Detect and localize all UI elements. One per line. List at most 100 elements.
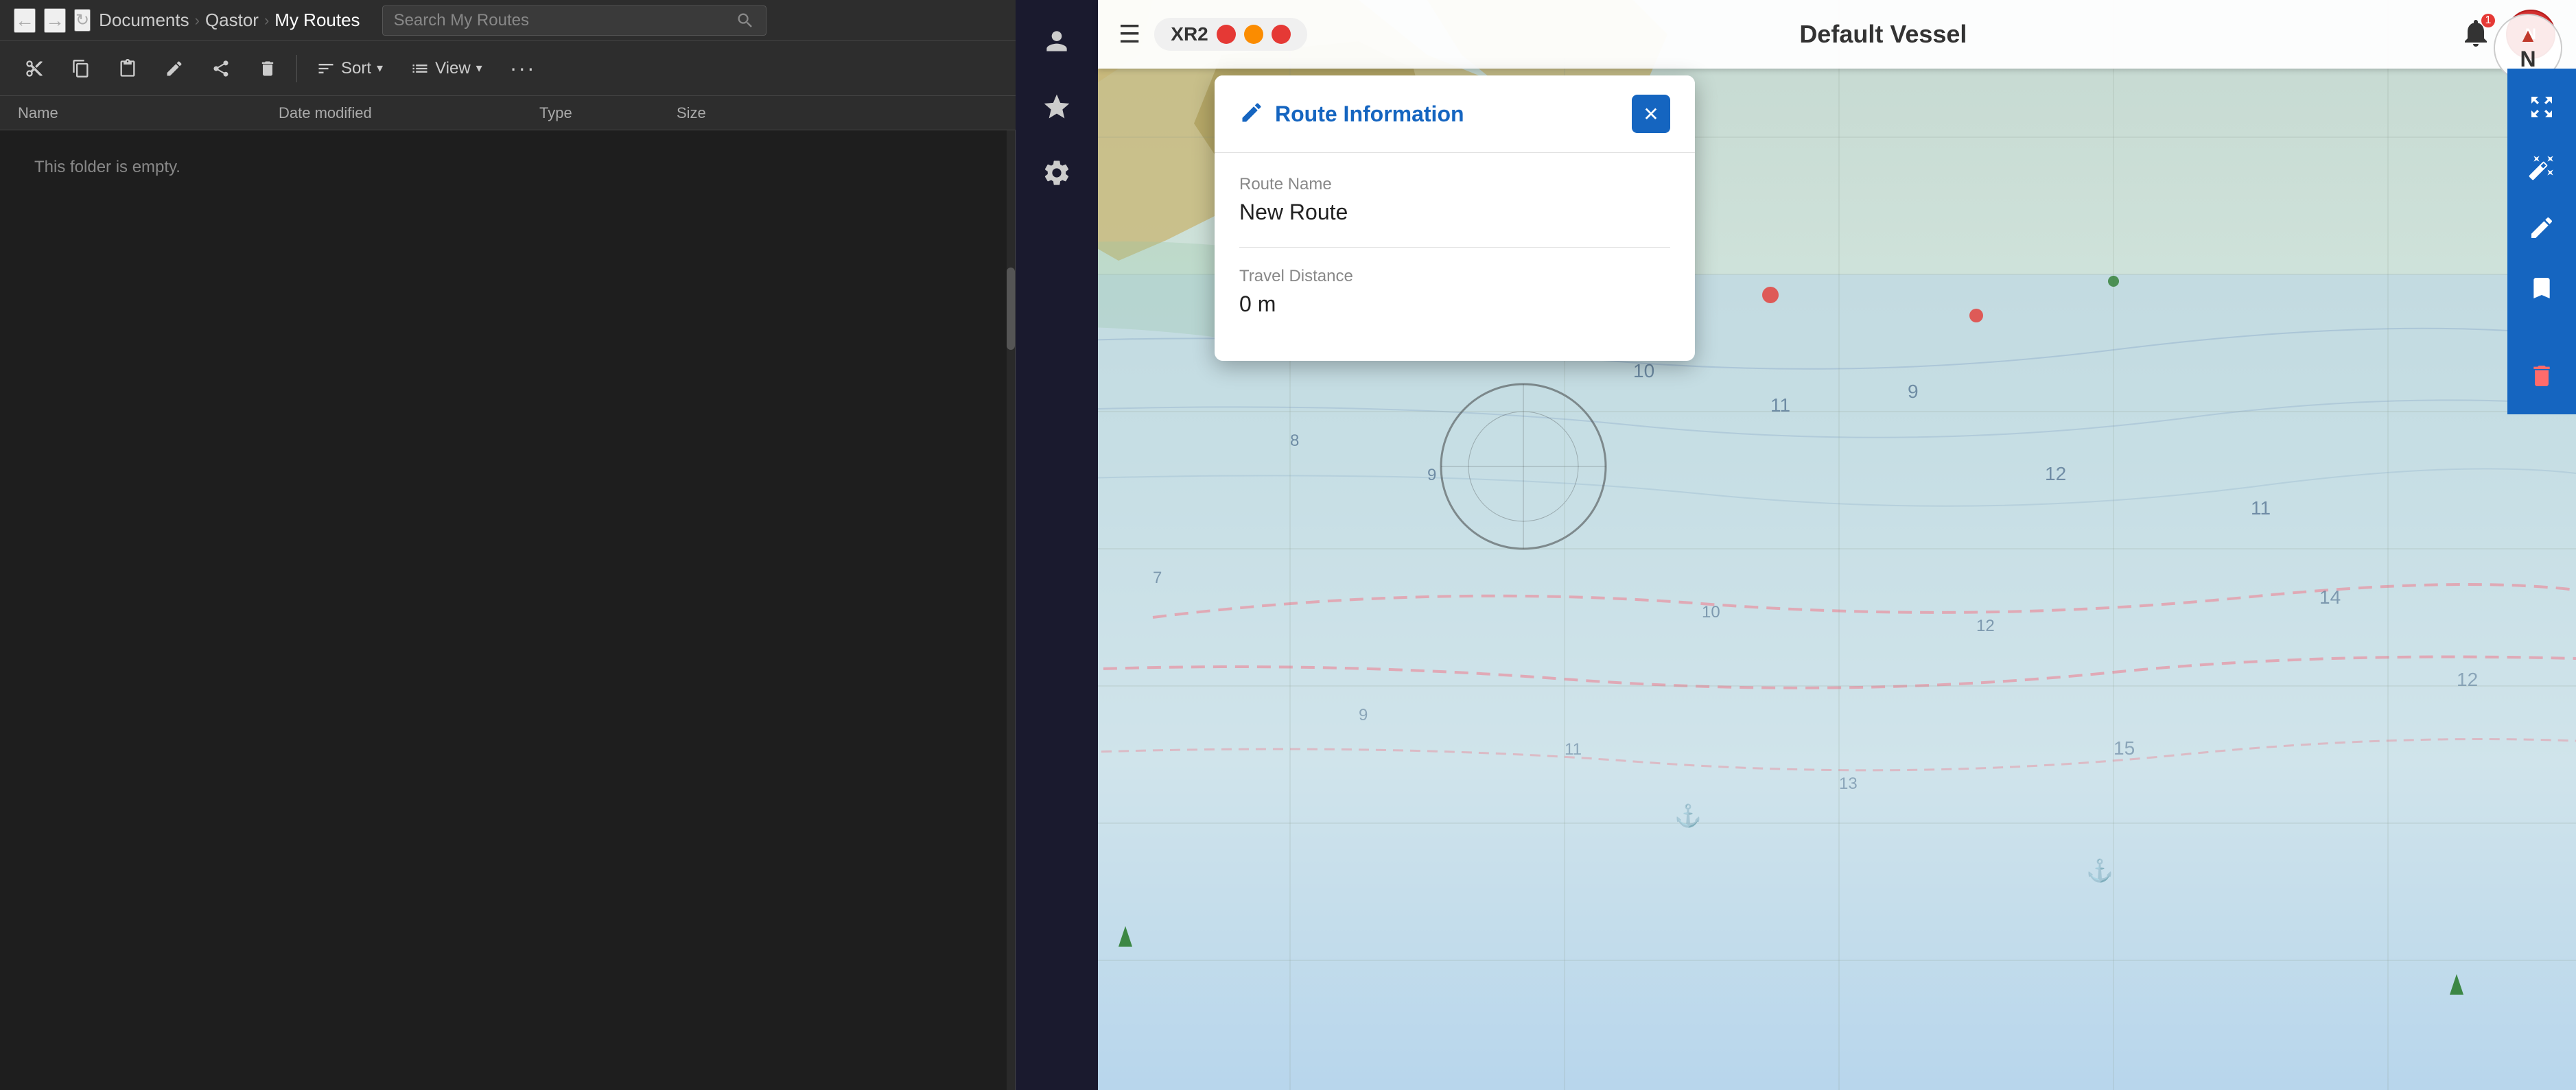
cut-button[interactable] [14,54,55,84]
file-empty-area: This folder is empty. [0,130,1015,1090]
north-label: N [2518,47,2538,72]
route-info-header: Route Information ✕ [1215,75,1695,153]
divider [1239,247,1670,248]
svg-text:⚓: ⚓ [1674,803,1702,828]
star-tool-button[interactable] [1029,80,1084,134]
edit-icon [2528,214,2555,241]
svg-text:12: 12 [2045,463,2066,484]
breadcrumb: Documents › Qastor › My Routes [99,10,360,31]
svg-text:14: 14 [2319,587,2341,608]
svg-text:13: 13 [1839,774,1858,793]
svg-text:8: 8 [1290,431,1299,450]
vessel-badge: XR2 [1154,18,1307,51]
map-top-bar: ☰ XR2 Default Vessel 1 N [1098,0,2576,69]
back-button[interactable]: ← [14,8,36,33]
view-button[interactable]: View ▾ [399,54,493,84]
route-info-panel: Route Information ✕ Route Name New Route… [1215,75,1695,361]
search-input[interactable] [394,11,727,30]
paste-icon [118,59,137,78]
share-icon [211,59,231,78]
more-label: ··· [510,56,536,81]
separator [296,55,297,82]
gear-icon [1042,158,1072,188]
paste-button[interactable] [107,54,148,84]
col-header-date[interactable]: Date modified [268,104,528,122]
zoom-expand-icon [2528,93,2555,121]
svg-text:9: 9 [1427,466,1436,484]
scrollbar-thumb[interactable] [1007,268,1015,350]
star-icon [1042,92,1072,122]
draw-line-icon [2528,154,2555,181]
delete-route-button[interactable] [2514,348,2569,403]
gear-tool-button[interactable] [1029,145,1084,200]
view-chevron: ▾ [476,61,482,75]
view-icon [410,59,430,78]
svg-text:9: 9 [1908,381,1919,402]
edit-button[interactable] [2514,200,2569,255]
copy-button[interactable] [60,54,102,84]
svg-text:10: 10 [1702,603,1720,621]
more-button[interactable]: ··· [499,50,547,86]
delete-button[interactable] [247,54,288,84]
travel-distance-label: Travel Distance [1239,267,1670,286]
sort-label: Sort [341,59,371,78]
view-label: View [435,59,471,78]
route-info-icon-wrapper [1239,100,1264,128]
svg-text:12: 12 [1976,617,1995,635]
sort-chevron: ▾ [377,61,383,75]
draw-line-button[interactable] [2514,140,2569,195]
svg-text:9: 9 [1359,706,1368,724]
close-button[interactable]: ✕ [1632,95,1670,133]
svg-text:11: 11 [1565,740,1582,759]
breadcrumb-documents[interactable]: Documents [99,10,189,31]
status-dot-2 [1244,25,1263,44]
col-header-name[interactable]: Name [7,104,268,122]
breadcrumb-qastor[interactable]: Qastor [205,10,259,31]
col-header-size[interactable]: Size [666,104,775,122]
route-name-value: New Route [1239,200,1670,225]
vessel-name: Default Vessel [1321,20,2446,49]
forward-button[interactable]: → [44,8,66,33]
bell-button[interactable]: 1 [2459,16,2492,53]
rename-button[interactable] [154,54,195,84]
notification-badge: 1 [2481,14,2495,27]
cut-icon [25,59,44,78]
travel-distance-value: 0 m [1239,292,1670,317]
trash-icon [2528,362,2555,390]
svg-text:⚓: ⚓ [2086,858,2114,883]
refresh-button[interactable]: ↻ [74,9,91,32]
search-bar [382,5,766,36]
status-dot-3 [1272,25,1291,44]
pencil-icon [1239,100,1264,125]
sort-button[interactable]: Sort ▾ [305,54,394,84]
bookmark-icon [2528,274,2555,302]
scrollbar[interactable] [1007,130,1015,1090]
delete-icon [258,59,277,78]
svg-text:15: 15 [2114,737,2135,759]
copy-icon [71,59,91,78]
person-tool-button[interactable] [1029,14,1084,69]
map-toolbar [1016,0,1098,1090]
map-section: 10 11 9 8 9 12 11 7 10 12 14 9 11 13 15 … [1016,0,2576,1090]
route-info-title: Route Information [1275,102,1632,127]
share-button[interactable] [200,54,242,84]
bookmark-button[interactable] [2514,261,2569,316]
svg-text:12: 12 [2457,669,2478,690]
zoom-expand-button[interactable] [2514,80,2569,134]
person-icon [1042,26,1072,56]
route-name-label: Route Name [1239,175,1670,194]
file-panel: This folder is empty. [0,130,1016,1090]
sort-icon [316,59,336,78]
breadcrumb-myroutes[interactable]: My Routes [274,10,360,31]
svg-text:11: 11 [2251,497,2271,519]
col-header-type[interactable]: Type [528,104,666,122]
svg-text:11: 11 [1770,394,1790,416]
route-info-body: Route Name New Route Travel Distance 0 m [1215,153,1695,361]
svg-text:7: 7 [1153,569,1162,587]
empty-text: This folder is empty. [34,158,180,177]
right-toolbar [2507,69,2576,414]
svg-text:10: 10 [1633,360,1654,381]
vessel-id: XR2 [1171,23,1208,45]
status-dot-1 [1217,25,1236,44]
menu-icon[interactable]: ☰ [1119,20,1140,49]
